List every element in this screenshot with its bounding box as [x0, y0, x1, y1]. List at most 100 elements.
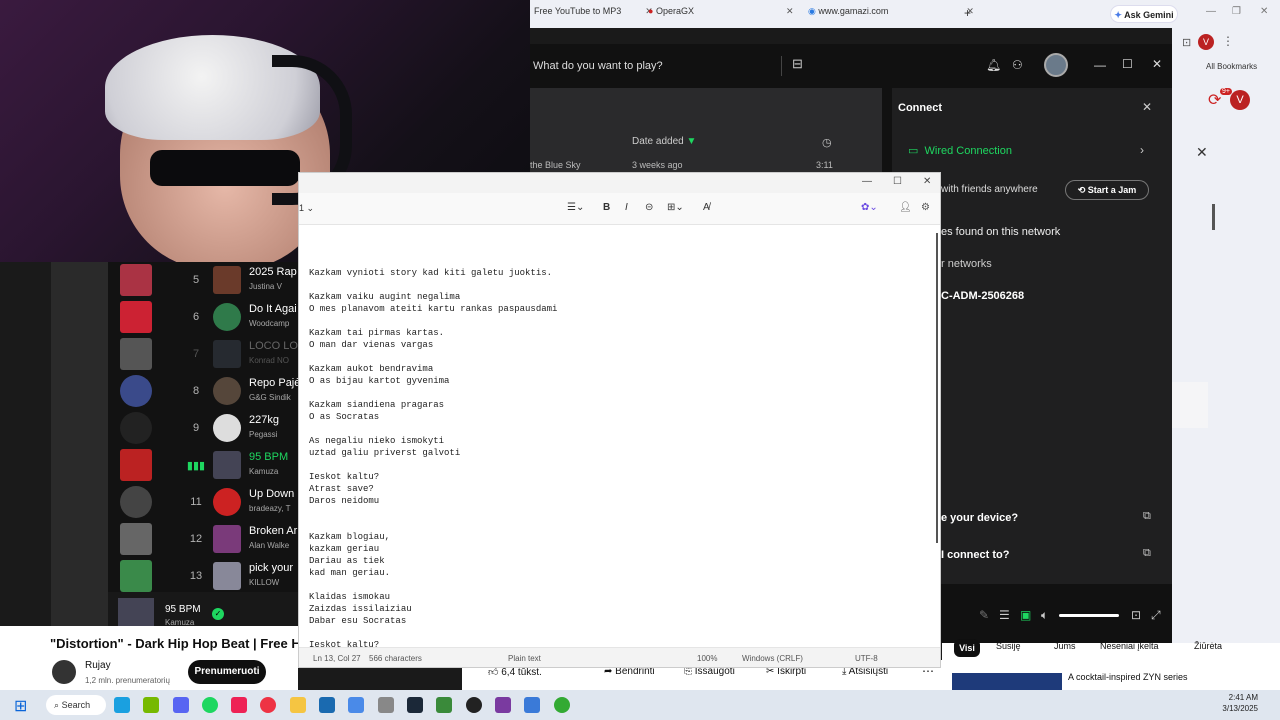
chrome-icon[interactable] [260, 697, 276, 713]
channel-avatar[interactable] [52, 660, 76, 684]
table-icon[interactable]: ⊞⌄ [667, 202, 684, 213]
track-artist[interactable]: bradeazy, T [249, 504, 298, 513]
account-icon[interactable]: 👤︎ [899, 202, 912, 213]
playlist-thumb[interactable] [120, 301, 152, 333]
sort-date-added[interactable]: Date added ▼ [632, 136, 696, 147]
link-icon[interactable]: ⊝ [645, 202, 653, 213]
steam-icon[interactable] [407, 697, 423, 713]
bell-icon[interactable]: 🔔︎ [986, 58, 1001, 72]
track-row[interactable]: 5 2025 Rap Justina V [108, 262, 298, 299]
notepad-text[interactable]: Kazkam vynioti story kad kiti galetu juo… [309, 267, 557, 651]
track-row[interactable]: 13 pick your KILLOW [108, 558, 298, 595]
nvidia-icon[interactable] [143, 697, 159, 713]
taskbar-search[interactable]: ⌕ Search [46, 695, 106, 715]
fullscreen-icon[interactable]: ⤢ [1151, 608, 1161, 623]
external-link-icon[interactable]: ⧉ [1143, 547, 1151, 560]
clear-format-icon[interactable]: A̸ [703, 202, 710, 213]
file-explorer-icon[interactable] [290, 697, 306, 713]
track-artist[interactable]: G&G Sindik [249, 393, 298, 402]
heading-dropdown[interactable]: 1 ⌄ [299, 203, 314, 214]
close-icon[interactable]: ✕ [786, 6, 794, 16]
avatar[interactable] [1044, 53, 1068, 77]
tab-operagx[interactable]: ● OperaGX ✕ [648, 6, 794, 17]
playlist-thumb[interactable] [120, 264, 152, 296]
channel-name[interactable]: Rujay [85, 660, 111, 671]
track-artist[interactable]: Alan Walke [249, 541, 298, 550]
track-artist[interactable]: Pegassi [249, 430, 298, 439]
track-artist[interactable]: Konrad NO [249, 356, 298, 365]
new-tab-button[interactable]: + [964, 6, 971, 20]
queue-icon[interactable]: ☰ [999, 608, 1010, 622]
chevron-right-icon[interactable]: › [1140, 143, 1144, 157]
chip-recent[interactable]: Neseniai įkelta [1100, 641, 1159, 651]
video-thumbnail[interactable] [952, 673, 1062, 690]
external-link-icon[interactable]: ⧉ [1143, 510, 1151, 523]
track-row[interactable]: 6 Do It Agai Woodcamp [108, 299, 298, 336]
search-input[interactable]: What do you want to play? [530, 52, 812, 80]
playlist-thumb[interactable] [120, 486, 152, 518]
scrollbar[interactable] [1212, 204, 1215, 230]
close-icon[interactable]: ✕ [1260, 6, 1268, 17]
subscribe-button[interactable]: Prenumeruoti [188, 660, 266, 684]
help-link-device[interactable]: e your device? [941, 512, 1018, 524]
chip-related[interactable]: Susiję [996, 641, 1021, 651]
minecraft-icon[interactable] [436, 697, 452, 713]
connect-device-icon[interactable]: ▣ [1020, 608, 1031, 622]
tab-gamazi[interactable]: ◉ www.gamazi.com ✕ [808, 6, 974, 17]
bookmark-icon[interactable]: ⊡ [1182, 36, 1191, 49]
maximize-icon[interactable]: ❐ [1232, 6, 1241, 17]
track-row[interactable]: 8 Repo Pajė G&G Sindik [108, 373, 298, 410]
profile-avatar[interactable]: V [1198, 34, 1214, 50]
profile-avatar[interactable]: V [1230, 90, 1250, 110]
close-icon[interactable]: ✕ [1196, 144, 1208, 161]
chip-for-you[interactable]: Jums [1054, 641, 1076, 651]
edge-icon[interactable] [114, 697, 130, 713]
app-icon[interactable] [554, 697, 570, 713]
list-icon[interactable]: ☰⌄ [567, 202, 584, 213]
minimize-icon[interactable]: — [862, 176, 872, 187]
ask-gemini-button[interactable]: ✦ Ask Gemini [1110, 5, 1178, 23]
wired-connection[interactable]: ▭ Wired Connection [908, 144, 1012, 157]
spotify-icon[interactable] [202, 697, 218, 713]
app-icon[interactable] [348, 697, 364, 713]
mic-icon[interactable]: ✎ [979, 608, 989, 622]
track-row[interactable]: 12 Broken Ar Alan Walke [108, 521, 298, 558]
copilot-icon[interactable]: ✿⌄ [861, 202, 878, 213]
check-icon[interactable]: ✓ [212, 608, 224, 620]
windows-start-icon[interactable]: ⊞ [14, 696, 27, 716]
playlist-thumb[interactable] [120, 560, 152, 592]
now-playing-art[interactable] [118, 598, 154, 628]
track-artist[interactable]: KILLOW [249, 578, 298, 587]
track-row[interactable]: 9 227kg Pegassi [108, 410, 298, 447]
maximize-icon[interactable]: ☐ [1122, 57, 1133, 71]
app-icon[interactable] [495, 697, 511, 713]
minimize-icon[interactable]: — [1206, 6, 1216, 17]
tab-youtube-mp3[interactable]: Free YouTube to MP3 ✕ [534, 6, 653, 17]
close-icon[interactable]: ✕ [923, 176, 931, 187]
start-jam-button[interactable]: ⟲ Start a Jam [1065, 180, 1149, 200]
italic-icon[interactable]: I [625, 202, 628, 213]
playlist-thumb[interactable] [120, 412, 152, 444]
close-icon[interactable]: ✕ [1142, 100, 1152, 114]
miniplayer-icon[interactable]: ⊡ [1131, 608, 1141, 622]
track-artist[interactable]: Woodcamp [249, 319, 298, 328]
playlist-thumb[interactable] [120, 375, 152, 407]
track-row[interactable]: 11 Up Down bradeazy, T [108, 484, 298, 521]
notepad-icon[interactable] [524, 697, 540, 713]
playlist-thumb[interactable] [120, 338, 152, 370]
scrollbar[interactable] [936, 233, 938, 543]
maximize-icon[interactable]: ☐ [893, 176, 902, 187]
menu-icon[interactable]: ⋮ [1222, 34, 1234, 48]
minimize-icon[interactable]: — [1094, 58, 1106, 72]
clock-date[interactable]: 3/13/2025 [1218, 704, 1258, 713]
store-icon[interactable] [319, 697, 335, 713]
friends-icon[interactable]: ⚇ [1012, 58, 1023, 72]
device-item[interactable]: C-ADM-2506268 [941, 290, 1024, 302]
discord-icon[interactable] [173, 697, 189, 713]
playlist-thumb[interactable] [120, 449, 152, 481]
now-playing-title[interactable]: 95 BPM [165, 604, 201, 615]
obs-icon[interactable] [466, 697, 482, 713]
bold-icon[interactable]: B [603, 202, 610, 213]
track-artist[interactable]: Kamuza [249, 467, 298, 476]
playlist-thumb[interactable] [120, 523, 152, 555]
